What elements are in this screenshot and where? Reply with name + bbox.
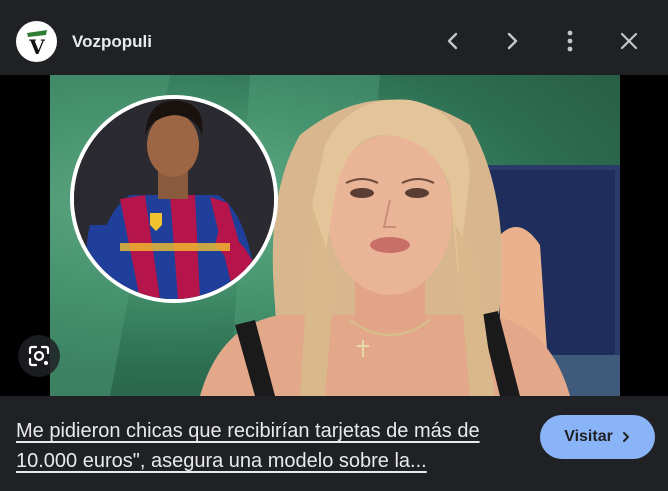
article-title-link[interactable]: Me pidieron chicas que recibirían tarjet…: [16, 416, 516, 476]
vozpopuli-logo-icon: V: [26, 29, 47, 57]
chevron-right-icon: [507, 32, 518, 50]
chevron-right-small-icon: [622, 432, 629, 442]
google-lens-button[interactable]: [18, 335, 60, 377]
source-name[interactable]: Vozpopuli: [72, 32, 152, 52]
preview-panel: V Vozpopuli Me pidieron chicas que recib…: [0, 0, 668, 491]
header: V Vozpopuli: [0, 0, 668, 75]
visit-button-label: Visitar: [564, 428, 613, 445]
close-button[interactable]: [614, 26, 644, 56]
image-viewer: [0, 75, 668, 396]
source-logo[interactable]: V: [16, 21, 57, 62]
preview-photo-illustration: [50, 75, 620, 396]
chevron-left-icon: [447, 32, 458, 50]
next-button[interactable]: [497, 26, 527, 56]
close-icon: [620, 32, 638, 50]
svg-text:V: V: [28, 35, 45, 57]
previous-button[interactable]: [438, 26, 468, 56]
more-options-button[interactable]: [555, 26, 585, 56]
more-vert-icon: [567, 30, 573, 52]
lens-icon: [28, 345, 50, 367]
preview-image[interactable]: [50, 75, 620, 396]
visit-button[interactable]: Visitar: [540, 415, 655, 459]
footer: Me pidieron chicas que recibirían tarjet…: [0, 396, 668, 491]
